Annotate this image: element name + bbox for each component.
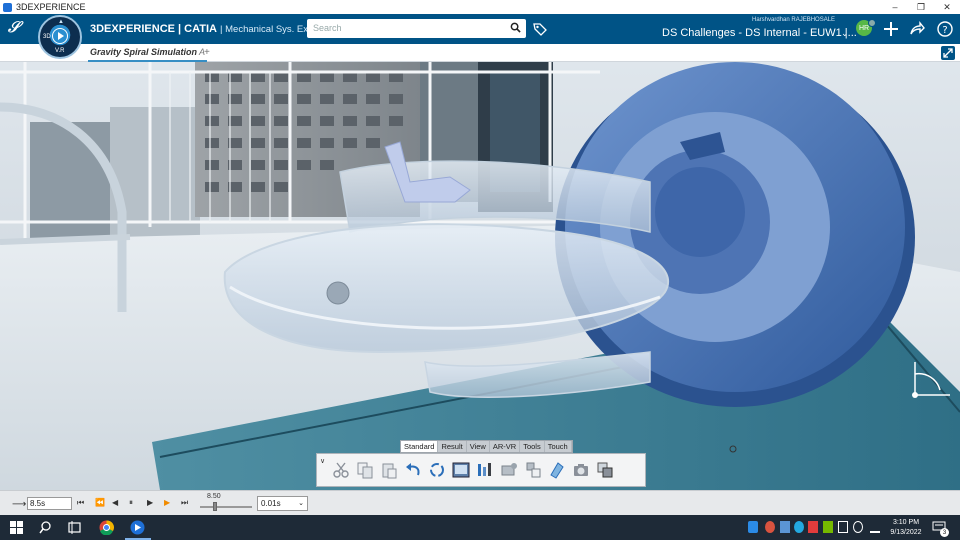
tray-app-icon-2[interactable]: [765, 521, 775, 533]
close-icon[interactable]: ✕: [934, 0, 960, 14]
search-icon[interactable]: [38, 520, 53, 535]
step-back-icon[interactable]: ⏪: [95, 498, 105, 507]
taskbar-clock[interactable]: 3:10 PM 9/13/2022: [888, 518, 924, 538]
pen-icon[interactable]: [870, 521, 880, 533]
capture-icon[interactable]: [572, 461, 590, 479]
update-icon[interactable]: [428, 461, 446, 479]
pause-icon[interactable]: ⏸: [129, 498, 133, 508]
copy-icon[interactable]: [356, 461, 374, 479]
chevron-down-icon[interactable]: ⌄: [841, 28, 849, 39]
search-placeholder: Search: [313, 23, 342, 33]
analysis-icon[interactable]: [476, 461, 494, 479]
windows-taskbar: 3:10 PM 9/13/2022 3: [0, 515, 960, 540]
jump-to-start-icon[interactable]: ⏮: [77, 498, 84, 508]
previous-icon[interactable]: ◀: [112, 498, 118, 507]
os-title-bar: 3DEXPERIENCE – ❐ ✕: [0, 0, 960, 14]
slider-value: 8.50: [207, 493, 221, 500]
compare-icon[interactable]: [596, 461, 614, 479]
jump-to-end-icon[interactable]: ⏭: [181, 498, 188, 508]
tab-touch[interactable]: Touch: [545, 441, 572, 452]
volume-icon[interactable]: [853, 521, 863, 533]
compass-widget[interactable]: ▲ 3D V.R: [38, 15, 82, 59]
current-time-input[interactable]: 8.5s: [27, 497, 72, 510]
cut-icon[interactable]: [332, 461, 350, 479]
3d-viewport[interactable]: [0, 62, 960, 490]
compass-version: V.R: [55, 48, 65, 54]
sensors-icon[interactable]: [500, 461, 518, 479]
3dexperience-taskbar-icon[interactable]: [130, 520, 145, 535]
windows-start-icon[interactable]: [9, 520, 24, 535]
app-icon: [3, 2, 12, 12]
collapse-view-icon[interactable]: [941, 46, 955, 60]
display-icon[interactable]: [452, 461, 470, 479]
tab-gravity-spiral-simulation[interactable]: Gravity Spiral Simulation A: [88, 44, 208, 62]
compass-3d-label: 3D: [43, 34, 51, 40]
time-step-value: 0.01s: [261, 499, 281, 508]
minimize-icon[interactable]: –: [882, 0, 908, 14]
add-tab-button[interactable]: +: [204, 47, 210, 58]
tab-label: Gravity Spiral Simulation: [90, 47, 198, 57]
search-input[interactable]: Search: [307, 19, 526, 38]
measure-icon[interactable]: [524, 461, 542, 479]
nvidia-icon[interactable]: [823, 521, 833, 533]
window-controls: – ❐ ✕: [882, 0, 960, 14]
tray-app-icon-1[interactable]: [748, 521, 758, 533]
section-icon[interactable]: [548, 461, 566, 479]
document-tab-bar: Gravity Spiral Simulation A +: [0, 44, 960, 62]
compass-top-icon: ▲: [58, 19, 64, 25]
play-icon[interactable]: [52, 28, 68, 44]
time-arrow-icon: ⟶: [12, 499, 27, 510]
tab-standard[interactable]: Standard: [401, 441, 439, 452]
tab-ar-vr[interactable]: AR-VR: [490, 441, 521, 452]
next-icon[interactable]: ▶: [147, 498, 153, 507]
brand-main: 3DEXPERIENCE | CATIA: [90, 23, 217, 35]
search-icon[interactable]: [510, 22, 521, 33]
time-slider-thumb[interactable]: [213, 502, 217, 511]
user-name: Harshvardhan RAJEBHOSALE: [752, 17, 836, 23]
undo-icon[interactable]: [404, 461, 422, 479]
chrome-icon[interactable]: [99, 520, 114, 535]
action-bar: ∨: [316, 453, 646, 487]
paste-icon[interactable]: [380, 461, 398, 479]
play-icon[interactable]: ▶: [164, 498, 170, 507]
tab-result[interactable]: Result: [438, 441, 467, 452]
time-slider-track[interactable]: [200, 506, 252, 508]
skype-icon[interactable]: [794, 521, 804, 533]
tab-view[interactable]: View: [467, 441, 490, 452]
tray-app-icon-4[interactable]: [808, 521, 818, 533]
restore-icon[interactable]: ❐: [908, 0, 934, 14]
action-bar-expand-icon[interactable]: ∨: [320, 457, 325, 465]
presence-badge: [868, 19, 876, 27]
tag-icon[interactable]: [532, 21, 548, 37]
tenant-selector[interactable]: DS Challenges - DS Internal - EUW1 |...: [662, 27, 857, 39]
help-icon[interactable]: ?: [936, 20, 954, 38]
app-window: 3DEXPERIENCE – ❐ ✕ 𝒮 3DEXPERIENCE | CATI…: [0, 0, 960, 540]
scene-render: [0, 62, 960, 490]
time-step-select[interactable]: 0.01s ⌄: [257, 496, 308, 511]
simulation-player: ⟶ 8.5s ⏮ ⏪ ◀ ⏸ ▶ ▶ ⏭ 8.50 0.01s ⌄: [0, 490, 960, 515]
clock-time: 3:10 PM: [892, 519, 920, 526]
share-icon[interactable]: [908, 20, 926, 38]
tab-tools[interactable]: Tools: [520, 441, 545, 452]
ds-logo-icon: 𝒮: [8, 19, 20, 36]
action-bar-tabs: Standard Result View AR-VR Tools Touch: [400, 440, 573, 453]
add-icon[interactable]: [882, 20, 900, 38]
network-icon[interactable]: [838, 521, 848, 533]
task-view-icon[interactable]: [67, 520, 82, 535]
chevron-down-icon: ⌄: [298, 500, 304, 507]
clock-date: 9/13/2022: [890, 529, 922, 536]
notification-count: 3: [940, 528, 949, 537]
app-header: 𝒮 3DEXPERIENCE | CATIA | Mechanical Sys.…: [0, 14, 960, 44]
window-title: 3DEXPERIENCE: [16, 2, 86, 12]
tray-app-icon-3[interactable]: [780, 521, 790, 533]
brand-title: 3DEXPERIENCE | CATIA | Mechanical Sys. E…: [90, 23, 337, 35]
svg-text:?: ?: [942, 25, 947, 36]
